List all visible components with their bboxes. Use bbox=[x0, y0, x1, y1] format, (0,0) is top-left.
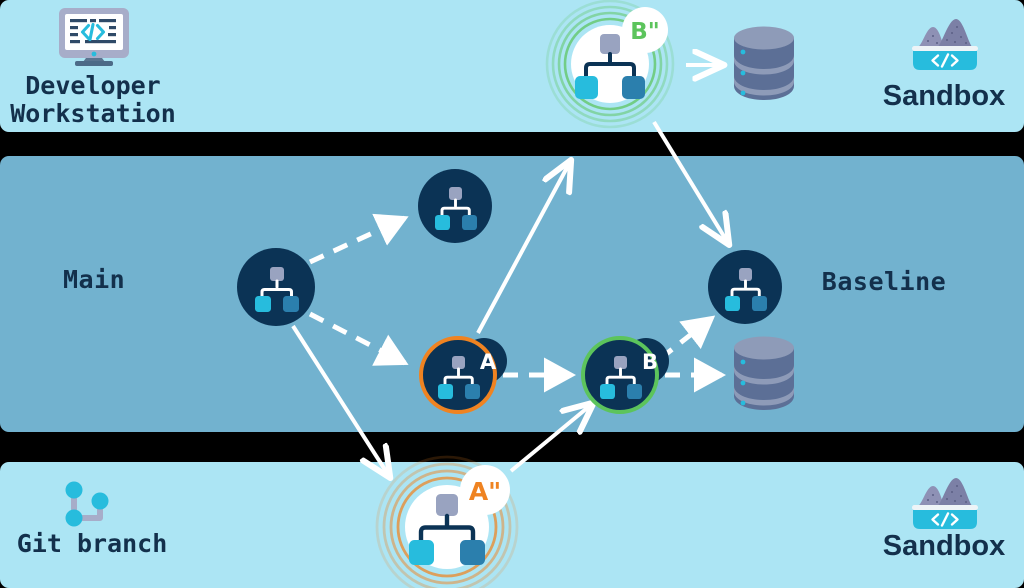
developer-workstation-label: Developer Workstation bbox=[10, 72, 176, 128]
baseline-label: Baseline bbox=[821, 267, 947, 296]
dev-ws-line-2: Workstation bbox=[10, 99, 176, 128]
badge-b-prime-text: B" bbox=[630, 19, 660, 45]
main-label: Main bbox=[63, 265, 126, 294]
node-main-root[interactable] bbox=[237, 248, 315, 326]
sandbox-label-top: Sandbox bbox=[882, 80, 1006, 112]
developer-workstation-icon bbox=[57, 8, 131, 66]
database-icon-sandbox bbox=[730, 24, 798, 106]
node-b[interactable]: B bbox=[580, 335, 676, 417]
dev-ws-line-1: Developer bbox=[25, 71, 161, 100]
badge-a-prime-text: A" bbox=[469, 477, 501, 506]
sandbox-node-b-prime[interactable]: B" bbox=[544, 0, 678, 132]
badge-a-text: A bbox=[480, 350, 497, 374]
sandbox-node-a-prime[interactable]: A" bbox=[373, 453, 521, 588]
sandbox-label-bottom: Sandbox bbox=[882, 530, 1006, 562]
sandbox-icon bbox=[908, 15, 982, 75]
diagram-canvas: Developer Workstation Sandbox B" Main Ba… bbox=[0, 0, 1024, 588]
node-branch-upper[interactable] bbox=[418, 169, 492, 243]
git-branch-icon bbox=[62, 480, 124, 530]
git-branch-label: Git branch bbox=[16, 529, 168, 558]
node-a[interactable]: A bbox=[418, 335, 514, 417]
sandbox-icon bbox=[908, 474, 982, 534]
node-baseline[interactable] bbox=[708, 250, 782, 324]
database-icon-baseline bbox=[730, 334, 798, 416]
badge-b-text: B bbox=[642, 350, 658, 374]
